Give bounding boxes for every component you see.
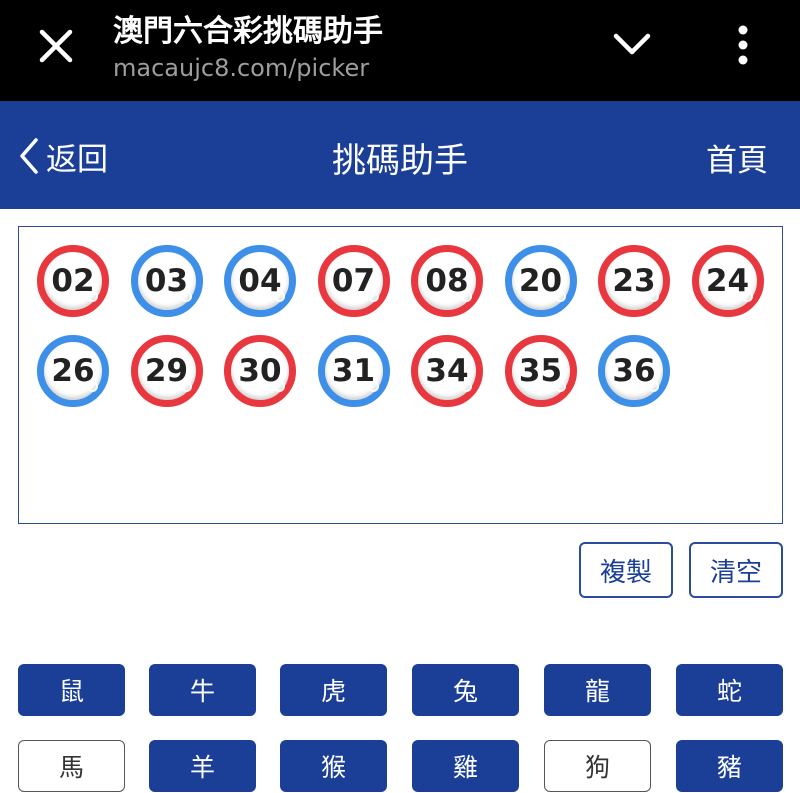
ball-shine bbox=[648, 291, 659, 302]
clear-button[interactable]: 清空 bbox=[689, 542, 783, 598]
selected-numbers-panel: 02 03 04 07 08 20 23 24 26 29 30 31 34 35 36 bbox=[18, 226, 783, 524]
number-ball[interactable]: 08 bbox=[411, 245, 483, 317]
zodiac-button[interactable]: 猴 bbox=[280, 740, 387, 792]
zodiac-button[interactable]: 蛇 bbox=[676, 664, 783, 716]
browser-page-title: 澳門六合彩挑碼助手 bbox=[113, 14, 383, 49]
zodiac-button[interactable]: 兔 bbox=[412, 664, 519, 716]
copy-button[interactable]: 複製 bbox=[579, 542, 673, 598]
ball-shine bbox=[554, 291, 566, 302]
ball-shine bbox=[87, 291, 98, 302]
number-ball[interactable]: 31 bbox=[317, 335, 390, 407]
ball-shine bbox=[180, 291, 192, 302]
zodiac-button[interactable]: 牛 bbox=[149, 664, 256, 716]
number-ball[interactable]: 35 bbox=[504, 335, 577, 407]
ball-shine bbox=[180, 381, 192, 392]
number-ball[interactable]: 34 bbox=[411, 335, 483, 407]
number-ball[interactable]: 07 bbox=[317, 245, 390, 317]
browser-bar: 澳門六合彩挑碼助手 macaujc8.com/picker bbox=[0, 0, 800, 101]
ball-shine bbox=[648, 381, 659, 392]
chevron-down-icon[interactable] bbox=[608, 28, 656, 64]
number-ball[interactable]: 20 bbox=[504, 245, 577, 317]
zodiac-button[interactable]: 龍 bbox=[544, 664, 651, 716]
ball-shine bbox=[554, 381, 566, 392]
zodiac-button[interactable]: 虎 bbox=[280, 664, 387, 716]
zodiac-button[interactable]: 羊 bbox=[149, 740, 256, 792]
zodiac-button[interactable]: 狗 bbox=[544, 740, 651, 792]
ball-shine bbox=[274, 291, 285, 302]
zodiac-button[interactable]: 雞 bbox=[412, 740, 519, 792]
zodiac-button[interactable]: 豬 bbox=[676, 740, 783, 792]
number-ball[interactable]: 23 bbox=[598, 245, 670, 317]
number-ball[interactable]: 30 bbox=[224, 335, 296, 407]
ball-shine bbox=[741, 291, 753, 302]
number-ball[interactable]: 03 bbox=[130, 245, 203, 317]
number-ball[interactable]: 26 bbox=[37, 335, 109, 407]
zodiac-button[interactable]: 鼠 bbox=[18, 664, 125, 716]
number-ball[interactable]: 04 bbox=[224, 245, 296, 317]
app-header: 返回 挑碼助手 首頁 bbox=[0, 101, 800, 209]
ball-shine bbox=[274, 381, 285, 392]
number-ball[interactable]: 36 bbox=[598, 335, 670, 407]
more-vert-icon[interactable] bbox=[726, 24, 760, 68]
ball-shine bbox=[461, 381, 472, 392]
close-icon[interactable] bbox=[32, 22, 80, 70]
zodiac-button[interactable]: 馬 bbox=[18, 740, 125, 792]
ball-shine bbox=[367, 381, 379, 392]
ball-shine bbox=[367, 291, 379, 302]
ball-shine bbox=[461, 291, 472, 302]
page-title: 挑碼助手 bbox=[332, 141, 468, 181]
home-button[interactable]: 首頁 bbox=[706, 135, 768, 180]
ball-shine bbox=[87, 381, 98, 392]
number-ball[interactable]: 24 bbox=[691, 245, 764, 317]
browser-url[interactable]: macaujc8.com/picker bbox=[113, 54, 369, 82]
number-ball[interactable]: 02 bbox=[37, 245, 109, 317]
number-ball[interactable]: 29 bbox=[130, 335, 203, 407]
